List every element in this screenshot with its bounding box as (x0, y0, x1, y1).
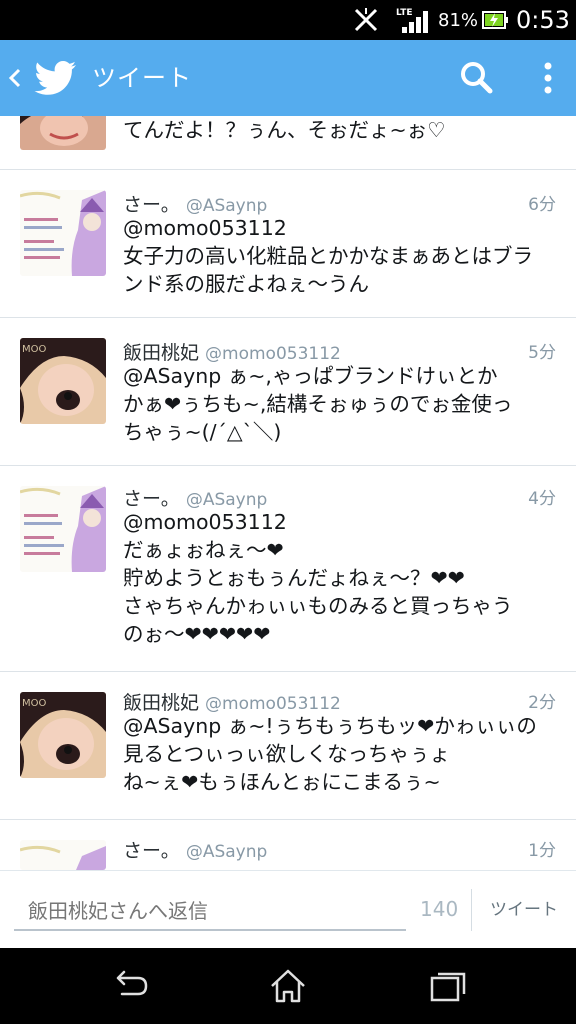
avatar[interactable]: MOO (20, 338, 106, 424)
battery-percent: 81% (438, 9, 479, 31)
display-name: 飯田桃妃 (123, 692, 200, 714)
tweet-text-line: かぁ❤ぅちも~,結構そぉゅぅのでぉ金使っ (123, 392, 513, 416)
avatar[interactable] (20, 116, 106, 150)
tweet-timestamp: 2分 (528, 693, 556, 713)
page-title: ツイート (92, 64, 192, 92)
back-arrow-icon[interactable] (6, 62, 24, 94)
tweet-timestamp: 5分 (528, 343, 556, 363)
clock: 0:53 (516, 6, 570, 34)
avatar[interactable]: MOO (20, 692, 106, 778)
divider (471, 889, 472, 931)
user-handle: @ASaynp (185, 196, 268, 216)
tweet-text-line: ね~ぇ❤もぅほんとぉにこまるぅ~ (123, 770, 441, 794)
twitter-bird-icon[interactable] (34, 58, 78, 98)
tweet-timeline[interactable]: てんだよ！？ぅん、そぉだょ~ぉ♡ さー。 @ASaynp 6分 @momo0531 (0, 116, 576, 870)
tweet-body: @momo053112 女子力の高い化粧品とかかなまぁあとはブラ ンド系の服だよ… (123, 214, 559, 298)
overflow-menu-icon[interactable] (534, 58, 562, 98)
tweet-text-line: だぁょぉねぇ～❤ (123, 538, 284, 562)
tweet-author[interactable]: 飯田桃妃 @momo053112 (123, 338, 341, 365)
reply-input[interactable]: 飯田桃妃さんへ返信 (14, 885, 406, 931)
reply-bar: 飯田桃妃さんへ返信 140 ツイート (0, 870, 576, 948)
status-bar: LTE 81% 0:53 (0, 0, 576, 40)
tweet-item[interactable]: てんだよ！？ぅん、そぉだょ~ぉ♡ (0, 116, 576, 170)
avatar[interactable] (20, 840, 106, 870)
tweet-author[interactable]: さー。 @ASaynp (123, 836, 267, 863)
user-handle: @momo053112 (205, 344, 341, 364)
tweet-text-line: ちゃぅ~(/´△`＼) (123, 420, 282, 444)
tweet-body: てんだよ！？ぅん、そぉだょ~ぉ♡ (123, 116, 559, 144)
tweet-item[interactable]: MOO 飯田桃妃 @momo053112 5分 @ASaynp ぁ~,ゃっぱブラン… (0, 318, 576, 466)
tweet-timestamp: 4分 (528, 489, 556, 509)
signal-icon: LTE (396, 0, 430, 40)
tweet-timestamp: 1分 (528, 841, 556, 861)
display-name: さー。 (123, 840, 180, 862)
tweet-author[interactable]: 飯田桃妃 @momo053112 (123, 688, 341, 715)
search-icon[interactable] (456, 58, 496, 98)
character-count: 140 (420, 897, 459, 921)
svg-text:MOO: MOO (22, 344, 46, 355)
tweet-author[interactable]: さー。 @ASaynp (123, 484, 267, 511)
tweet-item[interactable]: さー。 @ASaynp 1分 (0, 820, 576, 870)
tweet-text-line: 貯めようとぉもぅんだょねぇ～？❤❤ (123, 566, 465, 590)
tweet-text-line: @momo053112 (123, 510, 287, 534)
tweet-body: @ASaynp ぁ~,ゃっぱブランドけぃとか かぁ❤ぅちも~,結構そぉゅぅのでぉ… (123, 362, 559, 446)
avatar[interactable] (20, 486, 106, 572)
battery-charging-icon (482, 0, 508, 40)
tweet-text-line: のぉ～❤❤❤❤❤ (123, 622, 271, 646)
tweet-text-line: @momo053112 (123, 216, 287, 240)
tweet-text-line: てんだよ！？ぅん、そぉだょ~ぉ♡ (123, 118, 446, 142)
tweet-text-line: @ASaynp ぁ~,ゃっぱブランドけぃとか (123, 364, 498, 388)
tweet-text-line: ンド系の服だよねぇ～うん (123, 272, 369, 296)
svg-text:MOO: MOO (22, 698, 46, 709)
back-icon[interactable] (108, 966, 152, 1006)
network-label: LTE (396, 8, 413, 18)
user-handle: @ASaynp (185, 490, 268, 510)
tweet-text-line: @ASaynp ぁ~!ぅちもぅちもッ❤かゎぃぃの (123, 714, 537, 738)
home-icon[interactable] (266, 966, 310, 1006)
display-name: 飯田桃妃 (123, 342, 200, 364)
tweet-item[interactable]: MOO 飯田桃妃 @momo053112 2分 @ASaynp ぁ~!ぅちもぅちも… (0, 672, 576, 820)
tweet-body: @momo053112 だぁょぉねぇ～❤ 貯めようとぉもぅんだょねぇ～？❤❤ さ… (123, 508, 559, 648)
tweet-send-button[interactable]: ツイート (478, 889, 570, 931)
tweet-body: @ASaynp ぁ~!ぅちもぅちもッ❤かゎぃぃの 見るとつぃっぃ欲しくなっちゃぅ… (123, 712, 559, 796)
display-name: さー。 (123, 488, 180, 510)
tweet-timestamp: 6分 (528, 195, 556, 215)
tweet-item[interactable]: さー。 @ASaynp 6分 @momo053112 女子力の高い化粧品とかかなま… (0, 170, 576, 318)
action-bar: ツイート (0, 40, 576, 116)
tweet-text-line: 女子力の高い化粧品とかかなまぁあとはブラ (123, 244, 533, 268)
user-handle: @momo053112 (205, 694, 341, 714)
display-name: さー。 (123, 194, 180, 216)
avatar[interactable] (20, 190, 106, 276)
no-sim-icon (352, 0, 380, 40)
tweet-author[interactable]: さー。 @ASaynp (123, 190, 267, 217)
tweet-text-line: 見るとつぃっぃ欲しくなっちゃぅょ (123, 742, 451, 766)
user-handle: @ASaynp (185, 842, 268, 862)
tweet-item[interactable]: さー。 @ASaynp 4分 @momo053112 だぁょぉねぇ～❤ 貯めようと… (0, 466, 576, 672)
navigation-bar (0, 948, 576, 1024)
tweet-text-line: さゃちゃんかゎぃぃものみると買っちゃう (123, 594, 513, 618)
recent-apps-icon[interactable] (426, 966, 470, 1006)
